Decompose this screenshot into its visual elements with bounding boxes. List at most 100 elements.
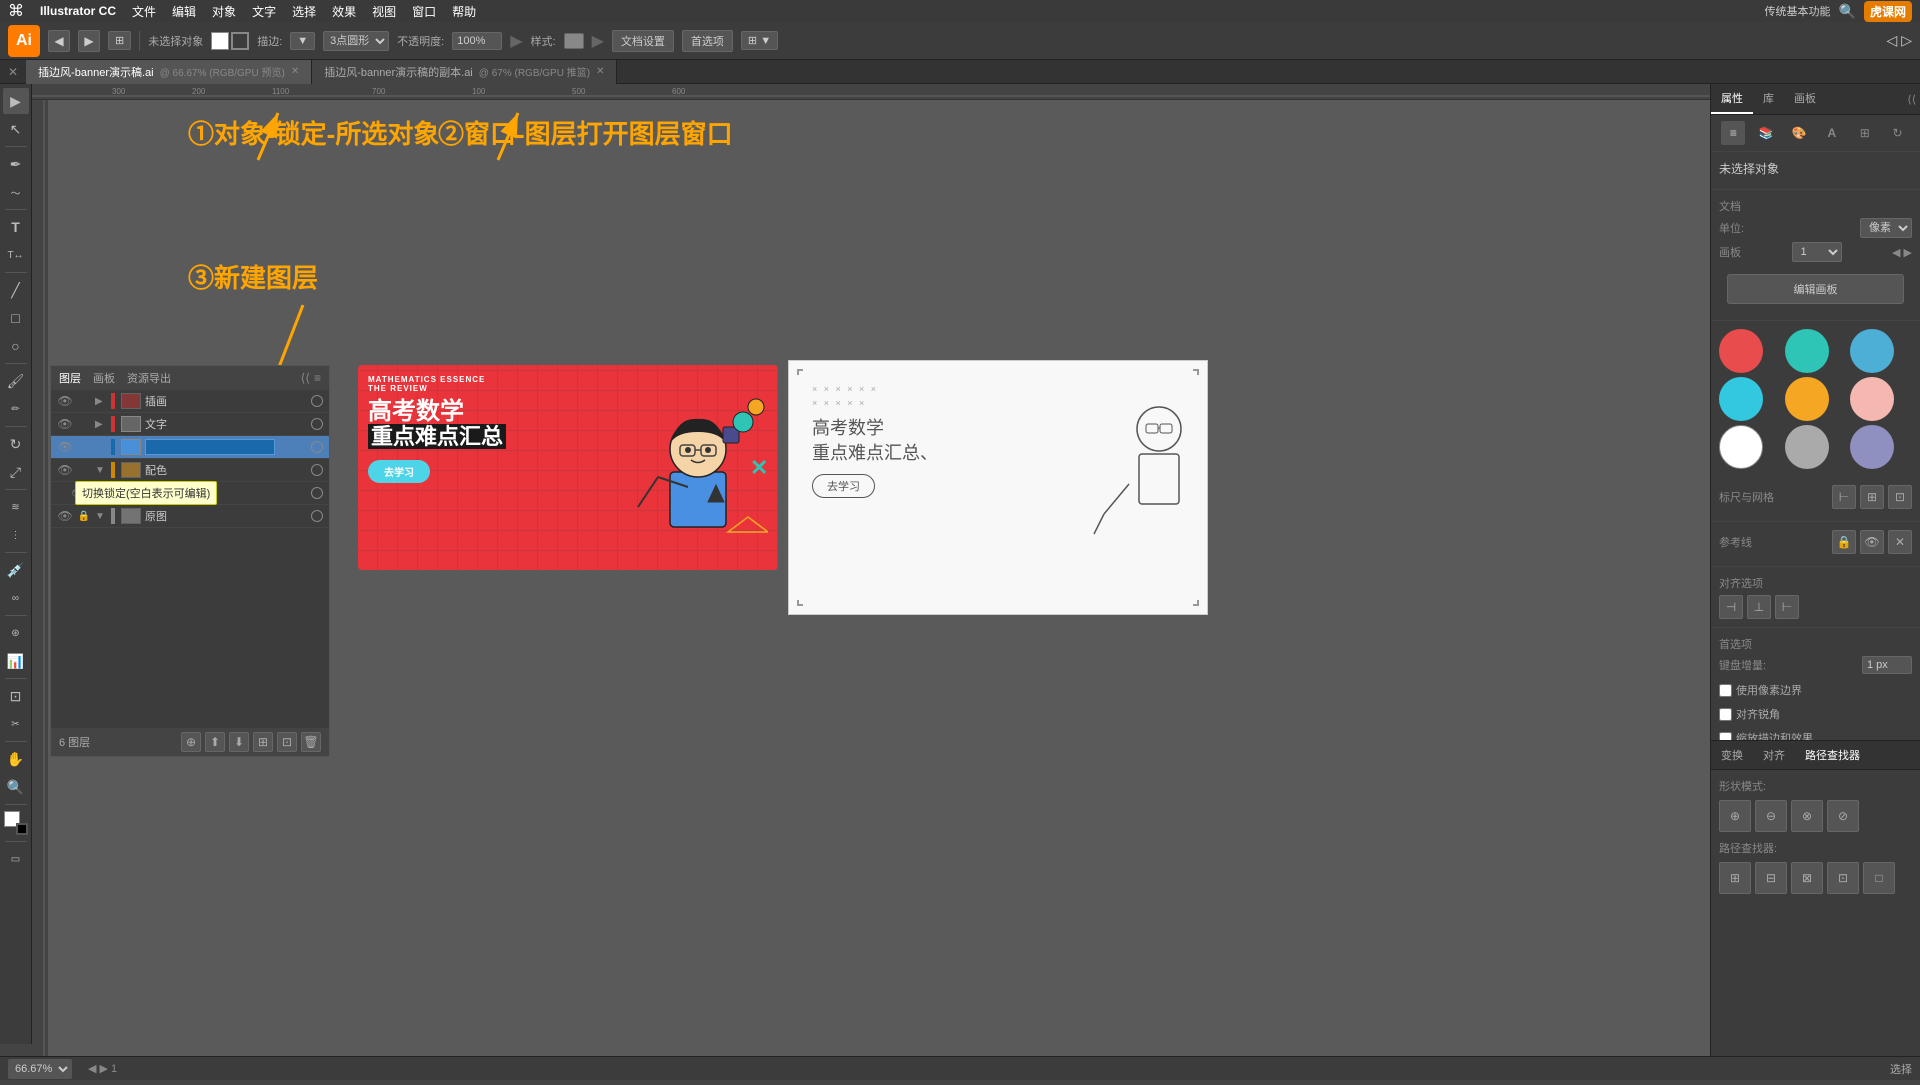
trim-btn[interactable]: ⊟ [1755, 862, 1787, 894]
tab-2[interactable]: 插边风-banner演示稿的副本.ai @ 67% (RGB/GPU 推篮) ✕ [312, 60, 617, 84]
curvature-tool[interactable]: 〜 [3, 179, 29, 205]
layer-eye-icon4[interactable]: 👁 [57, 462, 73, 478]
align-right-edge[interactable]: ⊢ [1775, 595, 1799, 619]
eyedropper-tool[interactable]: 💉 [3, 557, 29, 583]
tab-transform[interactable]: 变换 [1711, 741, 1753, 769]
warp-tool[interactable]: ≋ [3, 494, 29, 520]
swatch-gray[interactable] [1785, 425, 1829, 469]
guide-lock-icon[interactable]: 🔒 [1832, 530, 1856, 554]
pencil-tool[interactable]: ✏ [3, 396, 29, 422]
width-tool[interactable]: ⋮ [3, 522, 29, 548]
align-center-h[interactable]: ⊥ [1747, 595, 1771, 619]
snap-pixel-checkbox-label[interactable]: 使用像素边界 [1719, 682, 1912, 698]
tab-1[interactable]: 插边风-banner演示稿.ai @ 66.67% (RGB/GPU 预览) ✕ [26, 60, 312, 84]
align-left-edge[interactable]: ⊣ [1719, 595, 1743, 619]
unit-select[interactable]: 像素 [1860, 218, 1912, 238]
menu-object[interactable]: 对象 [212, 3, 236, 20]
close-panel-btn[interactable]: ✕ [0, 65, 26, 79]
menu-effect[interactable]: 效果 [332, 3, 356, 20]
artboard-tool[interactable]: ⊡ [3, 683, 29, 709]
tab-artboards[interactable]: 画板 [1784, 84, 1826, 114]
layer-lock-icon[interactable] [77, 393, 91, 409]
ruler-icon[interactable]: ⊢ [1832, 485, 1856, 509]
arrange-btn[interactable]: ⊞ ▼ [741, 31, 778, 50]
make-clip-btn[interactable]: ⊕ [181, 732, 201, 752]
rotate-tool[interactable]: ↻ [3, 431, 29, 457]
apple-menu[interactable]: ⌘ [8, 1, 24, 21]
delete-layer-btn[interactable]: 🗑 [301, 732, 321, 752]
keyboard-increment-input[interactable] [1862, 656, 1912, 674]
snap-corner-checkbox[interactable] [1719, 708, 1732, 721]
new-layer-btn[interactable]: ⊞ [253, 732, 273, 752]
layer-options-btn[interactable]: ⬆ [205, 732, 225, 752]
menu-file[interactable]: 文件 [132, 3, 156, 20]
divide-btn[interactable]: ⊞ [1719, 862, 1751, 894]
preferences-btn[interactable]: 首选项 [682, 30, 733, 52]
align-icon[interactable]: ⊞ [1853, 121, 1877, 145]
swatch-pink[interactable] [1850, 377, 1894, 421]
hand-tool[interactable]: ✋ [3, 746, 29, 772]
stroke-color[interactable] [231, 32, 249, 50]
grid-options-icon[interactable]: ⊡ [1888, 485, 1912, 509]
export-tab[interactable]: 资源导出 [127, 370, 171, 386]
touch-type-tool[interactable]: T↔ [3, 242, 29, 268]
artboard-select[interactable]: 1 [1792, 242, 1842, 262]
tab-align[interactable]: 对齐 [1753, 741, 1795, 769]
swatch-cyan[interactable] [1719, 377, 1763, 421]
layer-lock-icon2[interactable] [77, 416, 91, 432]
type-icon[interactable]: A [1820, 121, 1844, 145]
menu-window[interactable]: 窗口 [412, 3, 436, 20]
banner-btn[interactable]: 去学习 [368, 460, 430, 483]
crop-btn[interactable]: ⊡ [1827, 862, 1859, 894]
fill-color[interactable] [211, 32, 229, 50]
layer-item-original[interactable]: 👁 🔒 ▼ 原图 [51, 505, 329, 528]
scale-tool[interactable]: ⤢ [3, 459, 29, 485]
column-graph-tool[interactable]: 📊 [3, 648, 29, 674]
outline-btn[interactable]: □ [1863, 862, 1895, 894]
line-tool[interactable]: ╱ [3, 277, 29, 303]
layer-item-text[interactable]: 👁 ▶ 文字 [51, 413, 329, 436]
layer-item-new[interactable]: 👁 [51, 436, 329, 459]
slice-tool[interactable]: ✂ [3, 711, 29, 737]
pen-tool[interactable]: ✒ [3, 151, 29, 177]
color-icon[interactable]: 🎨 [1787, 121, 1811, 145]
style-swatch[interactable] [564, 33, 584, 49]
boards-tab[interactable]: 画板 [93, 370, 115, 386]
panel-menu-btn[interactable]: ≡ [314, 371, 321, 385]
zoom-tool[interactable]: 🔍 [3, 774, 29, 800]
intersect-btn[interactable]: ⊗ [1791, 800, 1823, 832]
swatch-purple[interactable] [1850, 425, 1894, 469]
panel-collapse[interactable]: ⟨⟨ [1907, 93, 1916, 106]
swatch-white[interactable] [1719, 425, 1763, 469]
swatch-blue[interactable] [1850, 329, 1894, 373]
layer-down-btn[interactable]: ⬇ [229, 732, 249, 752]
snap-pixel-checkbox[interactable] [1719, 684, 1732, 697]
menu-select[interactable]: 选择 [292, 3, 316, 20]
layer-eye-icon6[interactable]: 👁 [57, 508, 73, 524]
direct-select-tool[interactable]: ↖ [3, 116, 29, 142]
minus-front-btn[interactable]: ⊖ [1755, 800, 1787, 832]
menu-help[interactable]: 帮助 [452, 3, 476, 20]
layer-item-illustration[interactable]: 👁 ▶ 插画 [51, 390, 329, 413]
rect-tool[interactable]: □ [3, 305, 29, 331]
tab-pathfinder[interactable]: 路径查找器 [1795, 741, 1870, 769]
swatch-teal[interactable] [1785, 329, 1829, 373]
stroke-selector[interactable]: ▼ [290, 32, 315, 50]
guide-show-icon[interactable]: 👁 [1860, 530, 1884, 554]
exclude-btn[interactable]: ⊘ [1827, 800, 1859, 832]
transform-icon[interactable]: ↻ [1886, 121, 1910, 145]
nav-btn-right[interactable]: ▷ [1901, 32, 1912, 49]
app-name[interactable]: Illustrator CC [40, 4, 116, 18]
duplicate-layer-btn[interactable]: ⊡ [277, 732, 297, 752]
menu-view[interactable]: 视图 [372, 3, 396, 20]
merge-btn[interactable]: ⊠ [1791, 862, 1823, 894]
layer-name-input[interactable] [145, 439, 275, 455]
grid-icon[interactable]: ⊞ [1860, 485, 1884, 509]
view-mode-btn[interactable]: ⊞ [108, 31, 131, 50]
unite-btn[interactable]: ⊕ [1719, 800, 1751, 832]
layer-lock-icon3[interactable] [77, 439, 91, 455]
zoom-selector[interactable]: 66.67% [8, 1059, 72, 1079]
layer-eye-icon2[interactable]: 👁 [57, 416, 73, 432]
layers-tab[interactable]: 图层 [59, 370, 81, 386]
fill-stroke[interactable] [4, 811, 28, 835]
